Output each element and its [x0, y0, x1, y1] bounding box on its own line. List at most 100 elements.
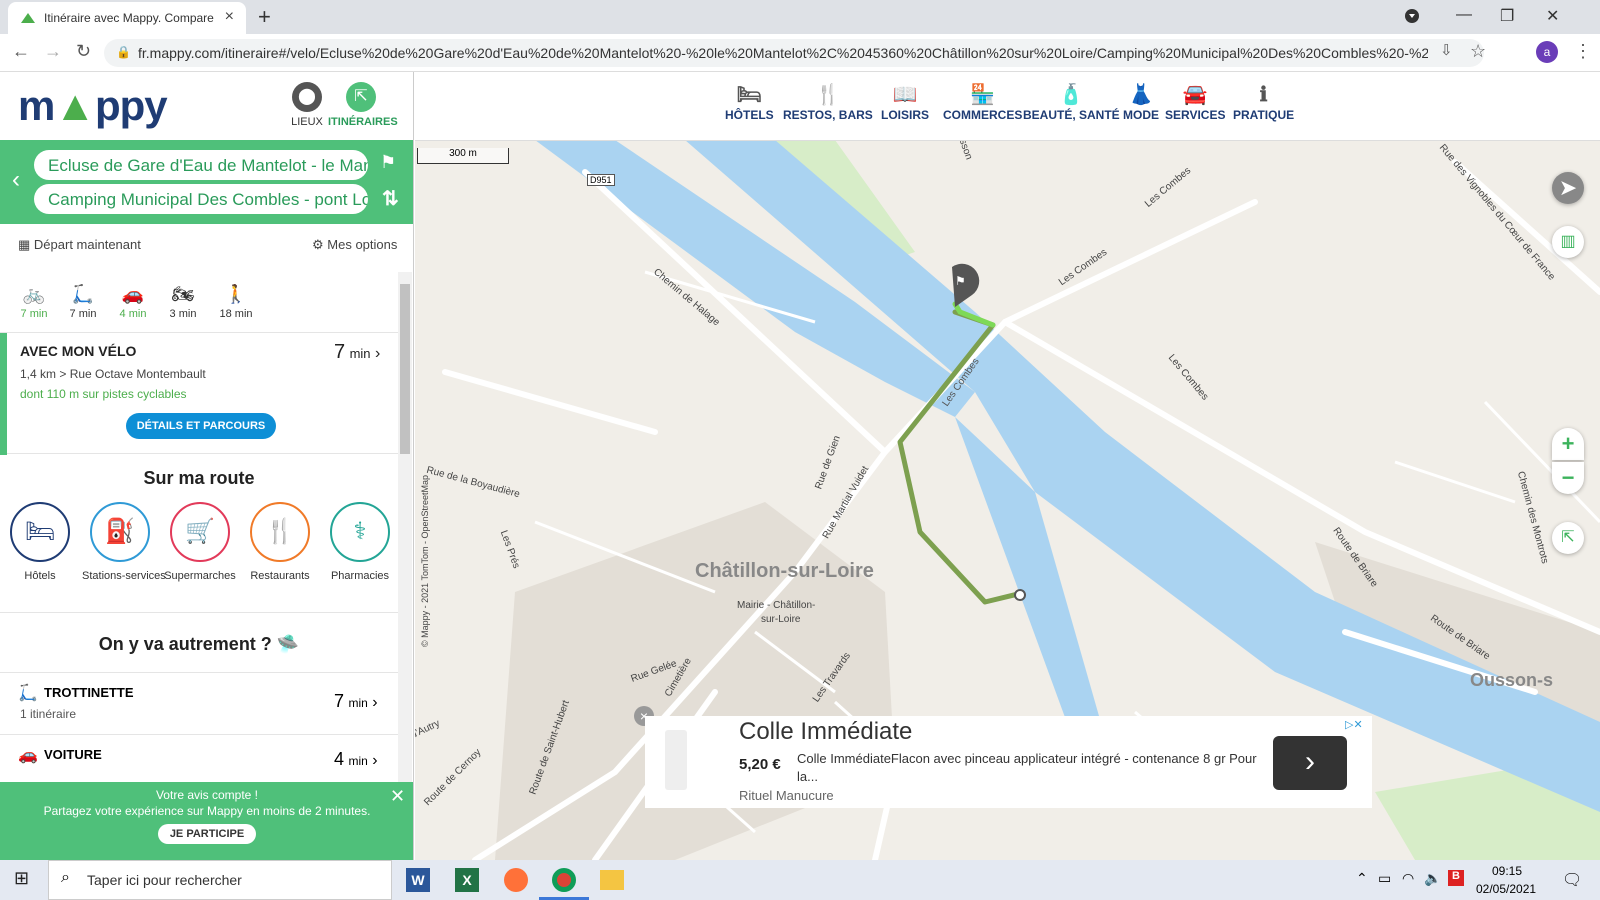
cart-icon: 🛒: [170, 502, 230, 562]
selected-indicator: [0, 333, 7, 455]
poi-restaurants[interactable]: 🍴 Restaurants: [242, 502, 318, 582]
wifi-icon[interactable]: ◠: [1402, 870, 1414, 887]
browser-tab-bar: Itinéraire avec Mappy. Compare: × + — ❐ …: [0, 0, 1600, 34]
scrollbar-thumb[interactable]: [400, 284, 410, 454]
install-icon[interactable]: ⇩: [1440, 41, 1453, 59]
poi-hotels[interactable]: 🛏 Hôtels: [2, 502, 78, 582]
browser-tab[interactable]: Itinéraire avec Mappy. Compare: ×: [8, 2, 246, 34]
destination-input[interactable]: Camping Municipal Des Combles - pont Loi…: [34, 184, 368, 214]
profile-menu-icon[interactable]: [1404, 8, 1420, 29]
poi-supermarkets[interactable]: 🛒 Supermarches: [162, 502, 238, 582]
battery-icon[interactable]: ▭: [1378, 870, 1391, 887]
excel-icon[interactable]: X: [455, 868, 479, 892]
directions-shortcut-icon[interactable]: ⇱: [1552, 522, 1584, 554]
panel-scrollbar[interactable]: [398, 272, 412, 860]
survey-participate-button[interactable]: JE PARTICIPE: [157, 824, 257, 844]
profile-avatar[interactable]: a: [1536, 41, 1558, 63]
minimize-icon[interactable]: —: [1456, 6, 1472, 24]
new-tab-icon[interactable]: +: [258, 4, 271, 30]
map-layers-icon[interactable]: ▥: [1552, 226, 1584, 258]
back-icon[interactable]: ←: [12, 41, 30, 62]
logo-m: m: [18, 82, 55, 129]
ad-next-arrow-icon[interactable]: ›: [1273, 736, 1347, 790]
speaker-icon[interactable]: 🔈: [1424, 870, 1441, 887]
antivirus-icon[interactable]: B: [1448, 870, 1464, 886]
mode-car[interactable]: 🚗 4 min: [113, 284, 153, 320]
ad-choices-icon[interactable]: ▷✕: [1345, 718, 1363, 731]
mode-scooter[interactable]: 🛴 7 min: [63, 284, 103, 320]
options-label: Mes options: [327, 237, 398, 252]
options-button[interactable]: ⚙ Mes options: [312, 237, 397, 253]
restore-icon[interactable]: ❐: [1500, 6, 1514, 26]
tab-close-icon[interactable]: ×: [225, 8, 234, 26]
chrome-icon[interactable]: [552, 868, 576, 892]
back-chevron-icon[interactable]: ‹: [12, 166, 20, 194]
alt-scooter-sub: 1 itinéraire: [20, 707, 77, 721]
clock-date[interactable]: 02/05/2021: [1476, 882, 1536, 896]
book-icon: 📖: [892, 84, 918, 106]
poi-pharmacies-label: Pharmacies: [330, 570, 390, 582]
mode-walk[interactable]: 🚶 18 min: [216, 284, 256, 320]
result-time: 7 min ›: [334, 341, 380, 364]
category-hotels[interactable]: 🛏 HÔTELS: [725, 82, 774, 122]
forward-icon[interactable]: →: [44, 41, 62, 62]
firefox-icon[interactable]: [504, 868, 528, 892]
alt-scooter-time: 7 min ›: [334, 691, 378, 712]
mappy-logo[interactable]: m▲ppy: [18, 82, 168, 130]
reload-icon[interactable]: ↻: [76, 41, 91, 62]
departure-input[interactable]: Ecluse de Gare d'Eau de Mantelot - le Ma…: [34, 150, 368, 180]
poi-gas-label: Stations-services: [82, 570, 166, 582]
zoom-in-icon[interactable]: +: [1552, 428, 1584, 460]
notifications-icon[interactable]: 🗨: [1562, 870, 1582, 890]
taskbar-search[interactable]: ⌕ Taper ici pour rechercher: [48, 860, 392, 900]
chevron-right-icon: ›: [372, 694, 378, 711]
clock-time[interactable]: 09:15: [1492, 864, 1522, 878]
add-step-flag-icon[interactable]: ⚑: [380, 152, 396, 173]
category-loisirs-label: LOISIRS: [881, 108, 930, 122]
survey-close-icon[interactable]: ✕: [390, 786, 405, 807]
on-route-title: Sur ma route: [143, 468, 255, 488]
divider: [0, 612, 398, 613]
itineraires-button[interactable]: ⇱ ITINÉRAIRES: [328, 82, 398, 128]
departure-time[interactable]: ▦ Départ maintenant: [18, 237, 141, 253]
word-icon[interactable]: W: [406, 868, 430, 892]
alt-car-time: 4 min ›: [334, 749, 378, 770]
poi-gas[interactable]: ⛽ Stations-services: [82, 502, 166, 582]
route-result-card[interactable]: AVEC MON VÉLO 7 min › 1,4 km > Rue Octav…: [0, 332, 398, 455]
swap-icon[interactable]: ⇅: [382, 186, 399, 211]
chrome-menu-icon[interactable]: ⋮: [1574, 41, 1592, 62]
poi-pharmacies[interactable]: ⚕ Pharmacies: [322, 502, 398, 582]
category-loisirs[interactable]: 📖 LOISIRS: [881, 82, 929, 122]
mode-moto[interactable]: 🏍 3 min: [163, 284, 203, 320]
category-pratique[interactable]: ℹ PRATIQUE: [1233, 82, 1294, 122]
result-bike-lanes: dont 110 m sur pistes cyclables: [20, 387, 187, 401]
result-time-unit: min: [349, 346, 371, 361]
mode-moto-time: 3 min: [169, 308, 197, 320]
address-bar[interactable]: 🔒 fr.mappy.com/itineraire#/velo/Ecluse%2…: [104, 39, 1484, 67]
zoom-out-icon[interactable]: −: [1552, 462, 1584, 494]
file-explorer-icon[interactable]: [600, 870, 624, 890]
map-label-mairie: Mairie - Châtillon-: [737, 600, 816, 611]
category-beaute[interactable]: 🧴 BEAUTÉ, SANTÉ: [1023, 82, 1120, 122]
ad-title: Colle Immédiate: [739, 718, 913, 745]
close-window-icon[interactable]: ✕: [1546, 6, 1559, 26]
category-restos[interactable]: 🍴 RESTOS, BARS: [783, 82, 873, 122]
details-button[interactable]: DÉTAILS ET PARCOURS: [126, 413, 276, 439]
itinerary-panel: m▲ppy ⬤ LIEUX ⇱ ITINÉRAIRES ‹ Ecluse de …: [0, 72, 414, 860]
windows-start-icon[interactable]: ⊞: [14, 868, 29, 889]
alternatives-title-text: On y va autrement ?: [98, 634, 272, 654]
alt-scooter-row[interactable]: 🛴 TROTTINETTE 1 itinéraire 7 min ›: [0, 672, 398, 734]
category-services-label: SERVICES: [1165, 108, 1226, 122]
ad-banner[interactable]: Colle Immédiate 5,20 € Colle ImmédiateFl…: [645, 716, 1372, 808]
chevron-right-icon: ›: [372, 752, 378, 769]
mode-car-time: 4 min: [119, 308, 147, 320]
category-commerces[interactable]: 🏪 COMMERCES: [943, 82, 1022, 122]
mode-bike[interactable]: 🚲 7 min: [14, 284, 54, 320]
locate-me-icon[interactable]: ➤: [1552, 172, 1584, 204]
category-services[interactable]: 🚘 SERVICES: [1165, 82, 1225, 122]
category-mode[interactable]: 👗 MODE: [1123, 82, 1159, 122]
bookmark-star-icon[interactable]: ☆: [1470, 41, 1486, 62]
mode-bike-time: 7 min: [20, 308, 48, 320]
logo-rest: ppy: [94, 82, 168, 129]
tray-chevron-icon[interactable]: ⌃: [1356, 870, 1368, 887]
